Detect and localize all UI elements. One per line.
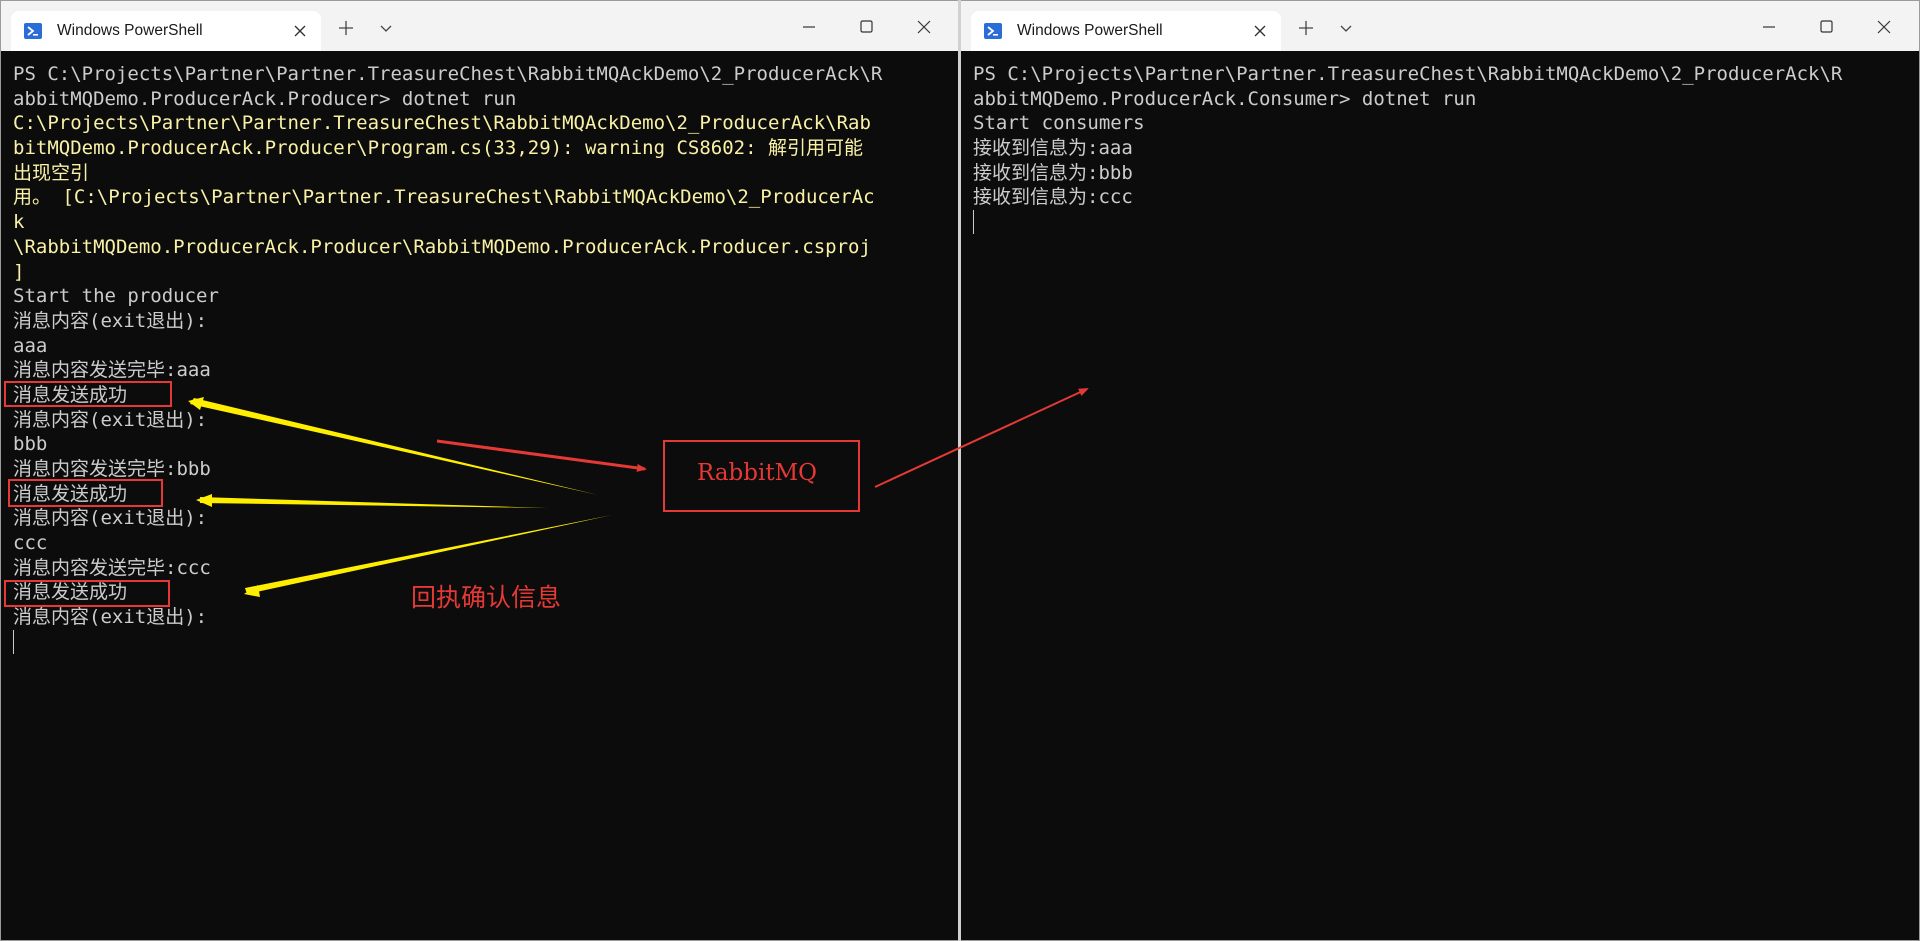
terminal-output[interactable]: PS C:\Projects\Partner\Partner.TreasureC…	[13, 62, 951, 940]
terminal-line: 接收到信息为:aaa	[973, 137, 1133, 160]
minimize-icon[interactable]	[1754, 14, 1784, 40]
terminal-line: 用。 [C:\Projects\Partner\Partner.Treasure…	[13, 186, 875, 209]
terminal-line: 接收到信息为:bbb	[973, 161, 1133, 184]
maximize-icon[interactable]	[1811, 14, 1841, 40]
chevron-down-icon[interactable]	[373, 17, 399, 39]
close-tab-icon[interactable]	[289, 20, 311, 42]
terminal-line: 消息内容发送完毕:bbb	[13, 458, 211, 480]
text-cursor	[13, 629, 14, 654]
terminal-line: ccc	[13, 532, 48, 555]
close-tab-icon[interactable]	[1249, 20, 1271, 42]
terminal-line: 消息内容(exit退出):	[13, 408, 208, 431]
new-tab-plus-icon[interactable]	[1293, 17, 1319, 39]
new-tab-plus-icon[interactable]	[333, 17, 359, 39]
close-window-icon[interactable]	[909, 14, 939, 40]
terminal-line: 消息发送成功	[13, 482, 128, 505]
terminal-line: aaa	[13, 334, 48, 357]
terminal-output[interactable]: PS C:\Projects\Partner\Partner.TreasureC…	[973, 62, 1911, 940]
terminal-line: 消息内容发送完毕:aaa	[13, 359, 211, 382]
terminal-line: PS C:\Projects\Partner\Partner.TreasureC…	[973, 63, 1843, 85]
minimize-icon[interactable]	[794, 14, 824, 40]
powershell-icon	[24, 23, 42, 39]
tab-title: Windows PowerShell	[1017, 22, 1163, 39]
terminal-line: 消息内容发送完毕:ccc	[13, 556, 211, 579]
prompt-line	[13, 629, 951, 655]
terminal-line: abbitMQDemo.ProducerAck.Producer> dotnet…	[13, 87, 517, 110]
consumer-terminal-window: Windows PowerShell PS C:\Projects\Partne…	[961, 0, 1920, 941]
tab-windows-powershell[interactable]: Windows PowerShell	[11, 11, 321, 51]
terminal-line: 消息内容(exit退出):	[13, 606, 208, 629]
terminal-line: C:\Projects\Partner\Partner.TreasureChes…	[13, 112, 871, 135]
terminal-line: 消息内容(exit退出):	[13, 507, 208, 530]
terminal-line: \RabbitMQDemo.ProducerAck.Producer\Rabbi…	[13, 235, 871, 258]
powershell-icon	[984, 23, 1002, 39]
prompt-line	[973, 210, 1911, 235]
terminal-line: ]	[13, 260, 25, 283]
terminal-line: Start consumers	[973, 112, 1145, 135]
chevron-down-icon[interactable]	[1333, 17, 1359, 39]
terminal-line: PS C:\Projects\Partner\Partner.TreasureC…	[13, 63, 883, 85]
terminal-line: Start the producer	[13, 285, 219, 308]
producer-terminal-window: Windows PowerShell PS C:\Projects\Partne…	[0, 0, 959, 941]
close-window-icon[interactable]	[1869, 14, 1899, 40]
tab-windows-powershell[interactable]: Windows PowerShell	[971, 11, 1281, 51]
tab-title: Windows PowerShell	[57, 22, 203, 39]
text-cursor	[973, 210, 974, 235]
terminal-line: 消息发送成功	[13, 581, 128, 604]
terminal-line: 接收到信息为:ccc	[973, 186, 1133, 209]
title-bar: Windows PowerShell	[1, 1, 959, 51]
terminal-line: 出现空引	[13, 161, 90, 184]
terminal-line: bbb	[13, 433, 48, 456]
terminal-line: 消息内容(exit退出):	[13, 309, 208, 332]
title-bar: Windows PowerShell	[961, 1, 1919, 51]
terminal-line: 消息发送成功	[13, 383, 128, 406]
maximize-icon[interactable]	[851, 14, 881, 40]
terminal-line: bitMQDemo.ProducerAck.Producer\Program.c…	[13, 137, 863, 160]
terminal-line: k	[13, 211, 25, 234]
terminal-line: abbitMQDemo.ProducerAck.Consumer> dotnet…	[973, 87, 1477, 110]
